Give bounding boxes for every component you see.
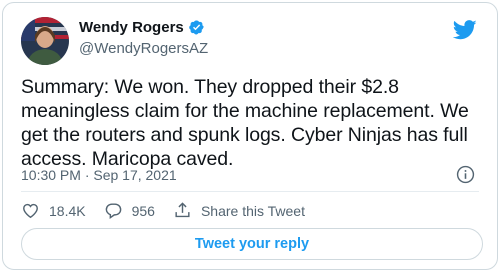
tweet-actions: 18.4K 956 Share this Tweet <box>21 201 323 220</box>
divider <box>21 191 479 192</box>
like-button[interactable]: 18.4K <box>21 201 86 220</box>
twitter-bird-icon[interactable] <box>453 19 477 41</box>
reply-action-button[interactable]: 956 <box>104 201 155 220</box>
tweet-card: Wendy Rogers @WendyRogersAZ Summary: We … <box>2 2 498 270</box>
author-name[interactable]: Wendy Rogers <box>79 19 184 36</box>
share-upload-icon <box>175 202 190 218</box>
share-button[interactable]: Share this Tweet <box>173 201 305 220</box>
avatar[interactable] <box>21 17 69 65</box>
like-count: 18.4K <box>49 202 86 219</box>
tweet-text: Summary: We won. They dropped their $2.8… <box>21 76 475 170</box>
author-handle[interactable]: @WendyRogersAZ <box>79 40 208 57</box>
reply-count: 956 <box>131 202 155 219</box>
author-name-row: Wendy Rogers <box>79 19 205 36</box>
info-icon[interactable] <box>456 165 475 184</box>
speech-bubble-icon <box>105 203 121 219</box>
tweet-your-reply-button[interactable]: Tweet your reply <box>21 228 483 260</box>
tweet-timestamp[interactable]: 10:30 PM · Sep 17, 2021 <box>21 167 177 183</box>
share-label: Share this Tweet <box>200 202 305 219</box>
verified-badge-icon <box>188 20 204 35</box>
heart-icon <box>23 203 38 219</box>
